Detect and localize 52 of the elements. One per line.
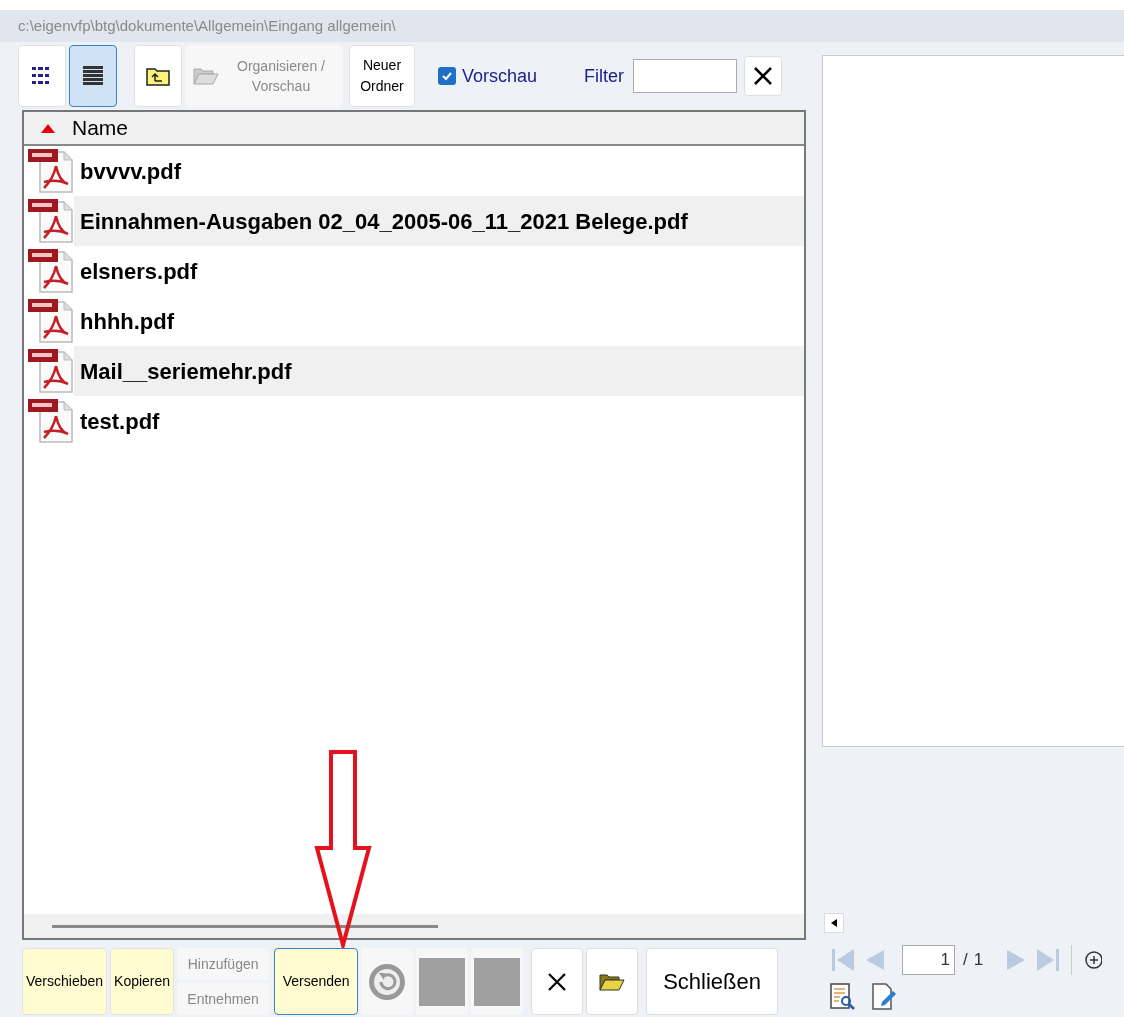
preview-checkbox[interactable]: Vorschau bbox=[438, 62, 538, 90]
pdf-file-icon bbox=[26, 148, 74, 194]
pdf-file-icon bbox=[26, 348, 74, 394]
file-row[interactable]: Mail__seriemehr.pdf bbox=[74, 346, 804, 396]
scrollbar-thumb[interactable] bbox=[52, 924, 438, 928]
file-row[interactable]: hhhh.pdf bbox=[74, 296, 804, 346]
checkmark-icon bbox=[441, 70, 453, 82]
square-icon bbox=[474, 957, 521, 1006]
edit-document-icon[interactable] bbox=[872, 983, 898, 1011]
close-icon bbox=[547, 971, 568, 992]
file-row[interactable]: elsners.pdf bbox=[74, 246, 804, 296]
open-folder-icon bbox=[599, 971, 626, 992]
view-button[interactable] bbox=[69, 45, 117, 107]
send-button[interactable]: Versenden bbox=[274, 948, 359, 1015]
left-triangle-icon bbox=[831, 919, 837, 927]
open-folder-icon bbox=[193, 66, 219, 86]
page-count: 1 bbox=[973, 949, 984, 972]
action-button[interactable]: Verschieben bbox=[22, 948, 108, 1015]
undo-icon bbox=[367, 961, 408, 1002]
close-icon bbox=[753, 66, 774, 86]
pdf-file-icon bbox=[26, 398, 74, 444]
blank-button[interactable] bbox=[416, 948, 469, 1015]
folder-up-icon bbox=[146, 66, 170, 86]
undo-button[interactable] bbox=[361, 948, 414, 1015]
page-field[interactable]: 1 bbox=[902, 945, 955, 975]
horizontal-scrollbar[interactable] bbox=[24, 914, 804, 938]
file-row[interactable]: test.pdf bbox=[74, 396, 804, 446]
close-button[interactable]: Schließen bbox=[646, 948, 779, 1015]
name-column-label: Name bbox=[72, 115, 129, 142]
pdf-file-icon bbox=[26, 198, 74, 244]
filter-label: Filter bbox=[584, 64, 625, 88]
delete-button[interactable] bbox=[531, 948, 584, 1015]
folder-up-button[interactable] bbox=[134, 45, 182, 107]
file-row[interactable]: bvvvv.pdf bbox=[74, 146, 804, 196]
details-view-icon bbox=[82, 65, 104, 87]
pdf-file-icon bbox=[26, 248, 74, 294]
action-button[interactable]: Kopieren bbox=[110, 948, 175, 1015]
folder-path: c:\eigenvfp\btg\dokumente\Allgemein\Eingang allgemein\ bbox=[18, 15, 396, 36]
document-search-icon[interactable] bbox=[830, 983, 856, 1011]
page-separator: / bbox=[963, 949, 968, 972]
column-header[interactable]: Name bbox=[24, 112, 804, 146]
checkbox[interactable] bbox=[438, 67, 456, 85]
file-row[interactable]: Einnahmen-Ausgaben 02_04_2005-06_11_2021 Belege.pdf bbox=[74, 196, 804, 246]
open-folder-button[interactable] bbox=[586, 948, 639, 1015]
blank-button[interactable] bbox=[471, 948, 524, 1015]
clear-filter-button[interactable] bbox=[744, 56, 783, 96]
scroll-left-button[interactable] bbox=[824, 913, 844, 933]
zoom-in-icon[interactable] bbox=[1084, 950, 1103, 970]
pdf-file-icon bbox=[26, 298, 74, 344]
square-icon bbox=[419, 957, 466, 1006]
new-folder-button[interactable]: Neuer Ordner bbox=[349, 45, 415, 107]
filter-field[interactable] bbox=[633, 59, 738, 93]
